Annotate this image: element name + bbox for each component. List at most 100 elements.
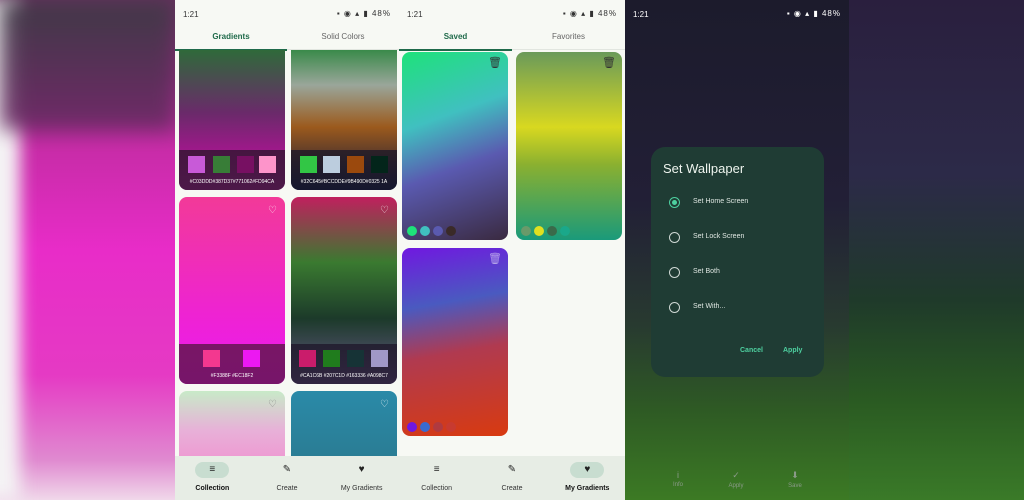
- gradient-card[interactable]: ♡ #F3388F #EC18F2: [179, 197, 285, 384]
- color-swatch: [347, 350, 364, 367]
- trash-icon[interactable]: 🗑: [488, 252, 502, 265]
- swatch-bar: #F3388F #EC18F2: [179, 344, 285, 384]
- nav-create[interactable]: ✎ Create: [250, 456, 325, 500]
- heart-icon[interactable]: ♡: [380, 205, 389, 216]
- nav-label: Create: [276, 485, 298, 492]
- battery-level: 48%: [371, 9, 391, 18]
- hex-codes: #CA1C6B #207C1D #163336 #A098C7: [300, 373, 388, 379]
- color-swatch: [213, 156, 230, 173]
- pencil-icon: ✎: [282, 464, 292, 475]
- color-swatch: [371, 156, 388, 173]
- tab-gradients[interactable]: Gradients: [175, 26, 287, 51]
- color-swatch: [347, 156, 364, 173]
- hex-codes: #C03DDD#387D37#771062#FD94CA: [189, 179, 275, 185]
- blurred-wallpaper-left: [0, 0, 175, 500]
- menu-icon: ≡: [195, 462, 230, 478]
- nav-my-gradients[interactable]: ♥ My Gradients: [324, 456, 399, 500]
- heart-icon[interactable]: ♡: [268, 205, 277, 216]
- wallpaper-preview-screen: 1:21 ▪ ◉ ▴ ▮ 48% Set Wallpaper Set Home …: [625, 0, 849, 500]
- color-swatch: [300, 156, 317, 173]
- nav-my-gradients[interactable]: ♥ My Gradients: [550, 456, 625, 500]
- tab-bar: Saved Favorites: [399, 26, 625, 51]
- action-label: Apply: [728, 483, 744, 489]
- option-label: Set Home Screen: [693, 198, 749, 205]
- color-dot: [560, 226, 570, 236]
- color-dot: [407, 422, 417, 432]
- radio-button[interactable]: [669, 302, 680, 313]
- color-dot: [534, 226, 544, 236]
- color-dot: [407, 226, 417, 236]
- nav-collection[interactable]: ≡ Collection: [399, 456, 474, 500]
- check-icon: ✓: [732, 470, 740, 480]
- color-swatch: [323, 156, 340, 173]
- tab-solid-colors[interactable]: Solid Colors: [287, 26, 399, 50]
- apply-action[interactable]: ✓ Apply: [721, 470, 751, 489]
- battery-level: 48%: [597, 9, 617, 18]
- option-label: Set Lock Screen: [693, 233, 745, 240]
- info-action[interactable]: i Info: [663, 470, 693, 488]
- nav-label: Collection: [195, 485, 230, 492]
- bottom-navigation: ≡ Collection ✎ Create ♥ My Gradients: [175, 456, 399, 500]
- option-label: Set Both: [693, 268, 720, 275]
- heart-icon: ♥: [570, 462, 605, 478]
- nav-label: My Gradients: [565, 485, 610, 492]
- hex-codes: #F3388F #EC18F2: [210, 373, 254, 379]
- tab-bar: Gradients Solid Colors: [175, 26, 399, 51]
- saved-gradient-card[interactable]: 🗑: [402, 248, 508, 436]
- swatch-bar: #32C645#BCCDDE#9B490D#0325 1A: [291, 150, 397, 190]
- bottom-navigation: ≡ Collection ✎ Create ♥ My Gradients: [399, 456, 625, 500]
- option-label: Set With...: [693, 303, 726, 310]
- tab-favorites[interactable]: Favorites: [512, 26, 625, 50]
- nav-collection[interactable]: ≡ Collection: [175, 456, 250, 500]
- action-label: Save: [788, 483, 802, 489]
- save-action[interactable]: ⬇ Save: [780, 470, 810, 489]
- trash-icon[interactable]: 🗑: [488, 56, 502, 69]
- status-icons: ▪ ◉ ▴ ▮ 48%: [787, 9, 841, 18]
- status-icons: ▪ ◉ ▴ ▮ 48%: [563, 9, 617, 18]
- heart-icon: ♥: [358, 464, 365, 475]
- color-swatch: [203, 350, 220, 367]
- pencil-icon: ✎: [507, 464, 517, 475]
- nav-label: My Gradients: [340, 485, 383, 492]
- color-dot: [446, 226, 456, 236]
- tab-saved[interactable]: Saved: [399, 26, 512, 51]
- radio-button[interactable]: [669, 267, 680, 278]
- status-bar: 1:21 ▪ ◉ ▴ ▮ 48%: [175, 0, 399, 26]
- color-dot: [433, 422, 443, 432]
- color-dot: [420, 422, 430, 432]
- color-swatch: [323, 350, 340, 367]
- color-dot: [521, 226, 531, 236]
- nav-label: Collection: [421, 485, 453, 492]
- collection-screen: 1:21 ▪ ◉ ▴ ▮ 48% Gradients Solid Colors …: [175, 0, 399, 500]
- gradient-card[interactable]: #32C645#BCCDDE#9B490D#0325 1A: [291, 50, 397, 190]
- nav-create[interactable]: ✎ Create: [474, 456, 549, 500]
- status-bar: 1:21 ▪ ◉ ▴ ▮ 48%: [625, 0, 849, 26]
- heart-icon[interactable]: ♡: [268, 399, 277, 410]
- saved-gradient-card[interactable]: 🗑: [516, 52, 622, 240]
- status-time: 1:21: [183, 10, 199, 19]
- hex-codes: #32C645#BCCDDE#9B490D#0325 1A: [300, 179, 388, 185]
- status-bar: 1:21 ▪ ◉ ▴ ▮ 48%: [399, 0, 625, 26]
- color-dot: [547, 226, 557, 236]
- color-swatch: [188, 156, 205, 173]
- status-icons: ▪ ◉ ▴ ▮ 48%: [337, 9, 391, 18]
- battery-level: 48%: [821, 9, 841, 18]
- apply-button[interactable]: Apply: [783, 347, 802, 354]
- color-swatch: [243, 350, 260, 367]
- cancel-button[interactable]: Cancel: [740, 347, 763, 354]
- color-dot: [446, 422, 456, 432]
- trash-icon[interactable]: 🗑: [602, 56, 616, 69]
- gradient-card[interactable]: #C03DDD#387D37#771062#FD94CA: [179, 50, 285, 190]
- swatch-bar: #C03DDD#387D37#771062#FD94CA: [179, 150, 285, 190]
- color-dot: [433, 226, 443, 236]
- saved-gradient-card[interactable]: 🗑: [402, 52, 508, 240]
- color-swatch: [259, 156, 276, 173]
- radio-button[interactable]: [669, 197, 680, 208]
- nav-label: Create: [501, 485, 523, 492]
- color-swatch: [371, 350, 388, 367]
- status-icon-set: ▪ ◉ ▴ ▮: [562, 9, 595, 18]
- action-label: Info: [672, 482, 683, 488]
- gradient-card[interactable]: ♡ #CA1C6B #207C1D #163336 #A098C7: [291, 197, 397, 384]
- heart-icon[interactable]: ♡: [380, 399, 389, 410]
- radio-button[interactable]: [669, 232, 680, 243]
